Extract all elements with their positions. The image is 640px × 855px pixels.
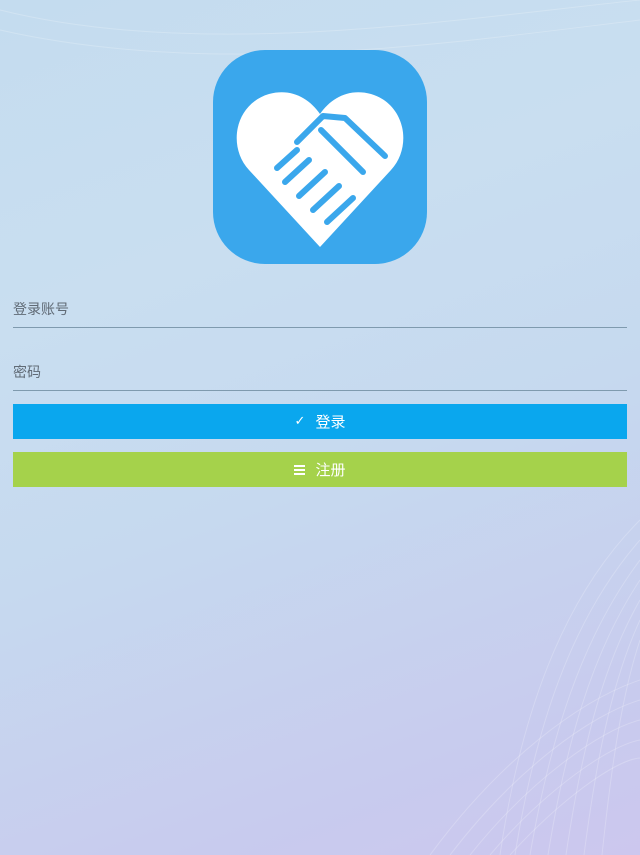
menu-lines-icon (294, 464, 306, 475)
register-button[interactable]: 注册 (13, 452, 627, 487)
heart-handshake-icon (236, 92, 404, 248)
app-logo (213, 50, 427, 264)
check-icon: ✓ (294, 414, 306, 429)
account-field[interactable] (13, 295, 627, 328)
login-button[interactable]: ✓ 登录 (13, 404, 627, 439)
password-input[interactable] (13, 358, 627, 388)
login-button-label: 登录 (315, 413, 346, 431)
register-button-label: 注册 (315, 461, 346, 479)
password-field[interactable] (13, 358, 627, 391)
account-input[interactable] (13, 295, 627, 325)
